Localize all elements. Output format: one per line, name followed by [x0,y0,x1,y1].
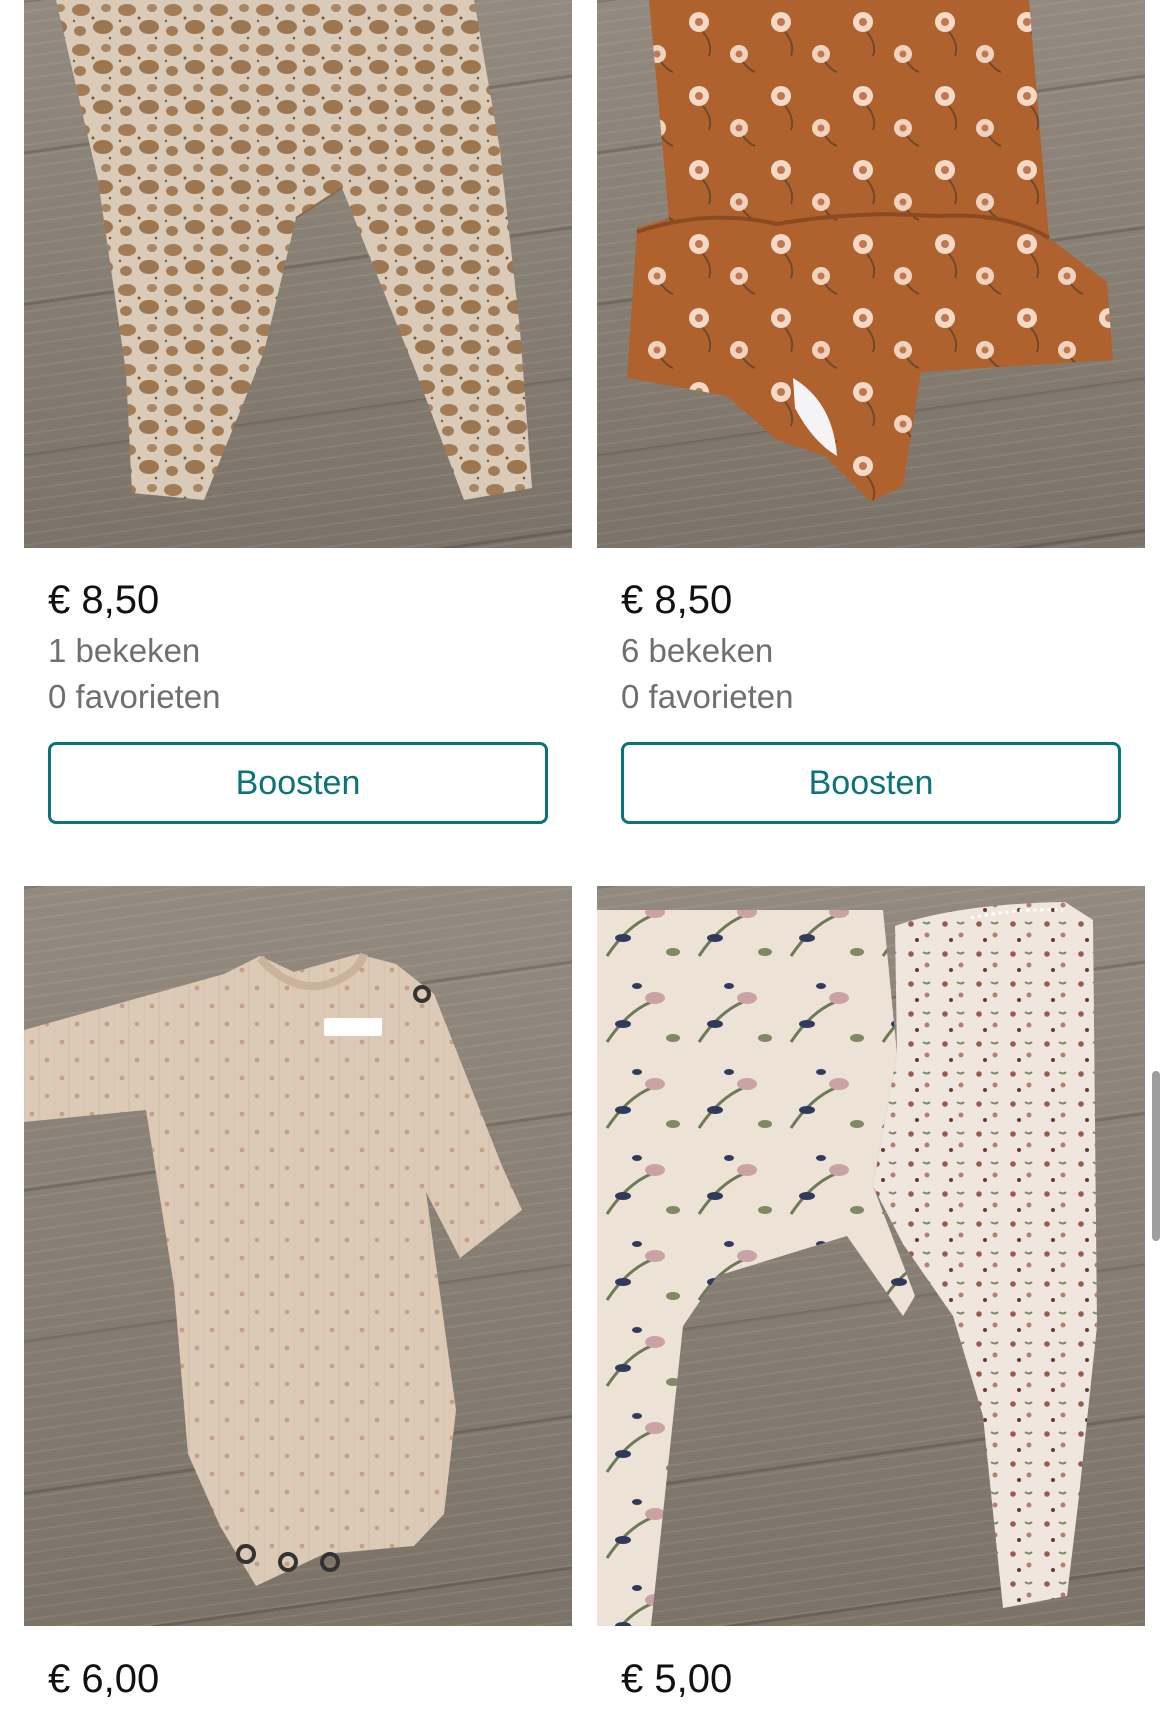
scrollbar[interactable] [1152,1071,1160,1241]
product-photo[interactable] [24,0,572,548]
product-photo[interactable] [24,886,572,1626]
product-price: € 8,50 [48,578,160,622]
product-card[interactable]: € 6,00 [24,886,572,1721]
product-photo[interactable] [597,886,1145,1626]
favorite-count: 0 favorieten [48,678,221,715]
floral-swimsuit-image [627,0,1113,502]
favorite-count: 0 favorieten [621,678,794,715]
product-card[interactable]: € 8,50 6 bekeken 0 favorieten Boosten [597,0,1145,830]
product-price: € 8,50 [621,578,733,622]
leopard-leggings-image [56,0,532,500]
view-count: 1 bekeken [48,632,201,669]
product-price: € 6,00 [48,1657,160,1701]
product-price: € 5,00 [621,1657,733,1701]
floral-leggings-image [597,902,1097,1626]
listing-grid: € 8,50 1 bekeken 0 favorieten Boosten € … [0,0,1170,1721]
view-count: 6 bekeken [621,632,774,669]
product-photo[interactable] [597,0,1145,548]
ribbed-bodysuit-image [24,952,522,1586]
boost-button[interactable]: Boosten [48,742,548,824]
product-card[interactable]: € 5,00 [597,886,1145,1721]
product-card[interactable]: € 8,50 1 bekeken 0 favorieten Boosten [24,0,572,830]
boost-button[interactable]: Boosten [621,742,1121,824]
